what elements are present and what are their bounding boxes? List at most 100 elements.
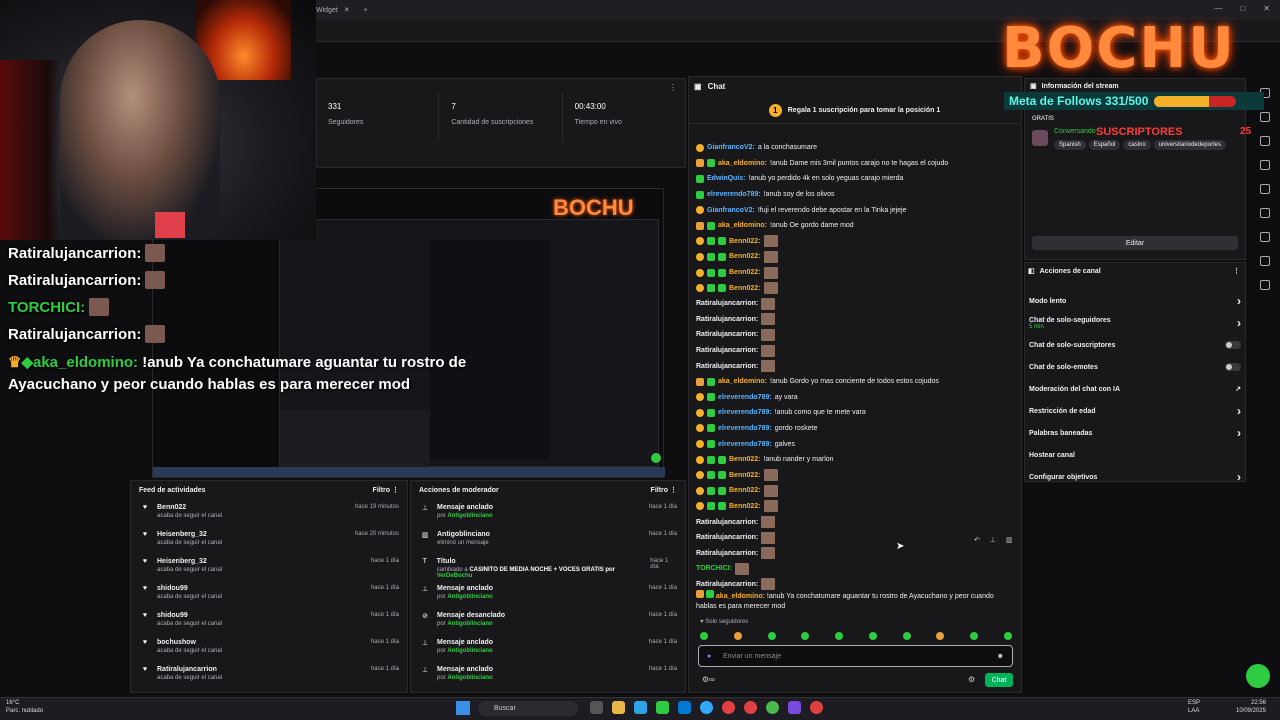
broadcast-icon[interactable]	[1260, 208, 1270, 218]
mod-username[interactable]: Antigoblinciano	[447, 621, 492, 627]
chat-username[interactable]: Benn022:	[729, 456, 761, 463]
weather-widget[interactable]: 16°C Parc. nublado	[6, 699, 43, 715]
chat-username[interactable]: Benn022:	[729, 285, 761, 292]
chat-username[interactable]: Ratiralujancarrion:	[696, 300, 758, 307]
outlook-icon[interactable]	[678, 701, 691, 714]
chat-username[interactable]: elreverendo789:	[707, 191, 761, 198]
support-fab[interactable]	[1246, 664, 1270, 688]
chat-username[interactable]: Benn022:	[729, 269, 761, 276]
mod-username[interactable]: Antigoblinciano	[447, 648, 492, 654]
chrome-icon[interactable]	[810, 701, 823, 714]
chat-username[interactable]: Ratiralujancarrion:	[696, 550, 758, 557]
emote-icon[interactable]	[1003, 632, 1012, 640]
stream-tag[interactable]: Spanish	[1054, 140, 1086, 150]
close-icon[interactable]	[1260, 112, 1270, 122]
chat-bubble-icon[interactable]	[1260, 184, 1270, 194]
feed-filter-button[interactable]: Filtro ⋮	[373, 486, 399, 494]
maximize-button[interactable]: □	[1240, 4, 1245, 13]
chat-username[interactable]: Ratiralujancarrion:	[696, 347, 758, 354]
emote-icon[interactable]	[902, 632, 911, 640]
minimize-button[interactable]: —	[1214, 4, 1222, 13]
edge-icon[interactable]	[700, 701, 713, 714]
emote-icon[interactable]	[801, 632, 810, 640]
channel-action[interactable]: Restricción de edad ›	[1029, 400, 1241, 422]
gear-icon[interactable]: ⚙	[968, 675, 975, 684]
chrome-icon[interactable]	[744, 701, 757, 714]
mod-action-item[interactable]: ⊥ Mensaje anclado por Antigoblinciano hace …	[411, 661, 685, 688]
channel-action[interactable]: Chat de solo-suscriptores	[1029, 334, 1241, 356]
send-chat-button[interactable]: Chat	[985, 673, 1013, 687]
taskbar-clock[interactable]: 22:56 10/09/2025	[1236, 699, 1266, 715]
chat-username[interactable]: Benn022:	[729, 238, 761, 245]
new-tab-button[interactable]: +	[364, 7, 368, 14]
app-icon[interactable]	[788, 701, 801, 714]
channel-action[interactable]: Configurar objetivos ›	[1029, 466, 1241, 488]
feed-item[interactable]: ♥ Ratiralujancarrion acaba de seguir el ca…	[131, 661, 407, 688]
chat-input[interactable]: ● Enviar un mensaje ☻	[698, 645, 1013, 667]
kebab-menu-icon[interactable]: ⋮	[669, 83, 677, 92]
language-indicator[interactable]: ESP LAA	[1188, 699, 1200, 715]
mod-action-item[interactable]: ⊘ Mensaje desanclado por Antigoblinciano ha…	[411, 607, 685, 634]
chat-username[interactable]: Ratiralujancarrion:	[696, 581, 758, 588]
chat-username[interactable]: Ratiralujancarrion:	[696, 316, 758, 323]
wrench-icon[interactable]	[1260, 256, 1270, 266]
channel-action[interactable]: Chat de solo-emotes	[1029, 356, 1241, 378]
mod-action-item[interactable]: ▥ Antigoblinciano eliminó un mensaje hace 1…	[411, 526, 685, 553]
chrome-icon[interactable]	[722, 701, 735, 714]
book-icon[interactable]	[1260, 160, 1270, 170]
channel-action[interactable]: Modo lento ›	[1029, 290, 1241, 312]
emote-icon[interactable]	[767, 632, 776, 640]
chat-username[interactable]: elreverendo789:	[718, 409, 772, 416]
chat-username[interactable]: Benn022:	[729, 487, 761, 494]
chat-username[interactable]: EdwinQuis:	[707, 175, 746, 182]
lightning-icon[interactable]	[1260, 136, 1270, 146]
chat-username[interactable]: Benn022:	[729, 503, 761, 510]
app-icon[interactable]	[634, 701, 647, 714]
emote-icon[interactable]	[970, 632, 979, 640]
mod-username[interactable]: Antigoblinciano	[447, 675, 492, 681]
chat-username[interactable]: GianfrancoV2:	[707, 207, 755, 214]
chat-username[interactable]: elreverendo789:	[718, 441, 772, 448]
chat-username[interactable]: Benn022:	[729, 253, 761, 260]
channel-action[interactable]: Palabras baneadas ›	[1029, 422, 1241, 444]
app-icon[interactable]	[656, 701, 669, 714]
mod-username[interactable]: Antigoblinciano	[447, 513, 492, 519]
chat-username[interactable]: Ratiralujancarrion:	[696, 534, 758, 541]
chat-username[interactable]: aka_eldomino:	[718, 222, 767, 229]
feed-item[interactable]: ♥ Heisenberg_32 acaba de seguir el canal ha…	[131, 526, 407, 553]
emote-icon[interactable]	[700, 632, 708, 640]
chrome-icon[interactable]	[766, 701, 779, 714]
feed-item[interactable]: ♥ shidou99 acaba de seguir el canal hace 1 …	[131, 580, 407, 607]
emote-icon[interactable]	[868, 632, 877, 640]
mod-username[interactable]: Antigoblinciano	[447, 594, 492, 600]
pin-icon[interactable]: ⊥	[990, 536, 996, 544]
channel-action[interactable]: Hostear canal	[1029, 444, 1241, 466]
chat-username[interactable]: Ratiralujancarrion:	[696, 363, 758, 370]
stream-tag[interactable]: Español	[1088, 140, 1121, 150]
chat-username[interactable]: elreverendo789:	[718, 425, 772, 432]
feed-item[interactable]: ♥ Heisenberg_32 acaba de seguir el canal ha…	[131, 553, 407, 580]
chat-username[interactable]: Ratiralujancarrion:	[696, 331, 758, 338]
mod-username[interactable]: VerDeBochu	[437, 573, 473, 579]
task-view-icon[interactable]	[590, 701, 603, 714]
emote-icon[interactable]	[835, 632, 844, 640]
mic-icon[interactable]: ●	[707, 653, 711, 660]
mod-action-item[interactable]: ⊥ Mensaje anclado por Antigoblinciano hace …	[411, 499, 685, 526]
node-icon[interactable]	[1260, 280, 1270, 290]
explorer-icon[interactable]	[612, 701, 625, 714]
toggle-switch[interactable]	[1225, 341, 1241, 349]
reply-icon[interactable]: ↶	[974, 536, 980, 544]
chat-username[interactable]: TORCHICI:	[696, 565, 732, 572]
stream-tag[interactable]: universitariodedeportes	[1153, 140, 1227, 150]
toggle-switch[interactable]	[1225, 363, 1241, 371]
chat-username[interactable]: aka_eldomino:	[718, 378, 767, 385]
mod-action-item[interactable]: ⊥ Mensaje anclado por Antigoblinciano hace …	[411, 580, 685, 607]
emote-icon[interactable]	[733, 632, 742, 640]
edit-stream-button[interactable]: Editar	[1032, 236, 1238, 250]
mods-filter-button[interactable]: Filtro ⋮	[651, 486, 677, 494]
emote-icon[interactable]	[936, 632, 945, 640]
delete-icon[interactable]: ▥	[1006, 536, 1013, 544]
feed-item[interactable]: ♥ shidou99 acaba de seguir el canal hace 1 …	[131, 607, 407, 634]
taskbar-search[interactable]: Buscar	[478, 701, 578, 716]
stream-tag[interactable]: casino	[1123, 140, 1151, 150]
